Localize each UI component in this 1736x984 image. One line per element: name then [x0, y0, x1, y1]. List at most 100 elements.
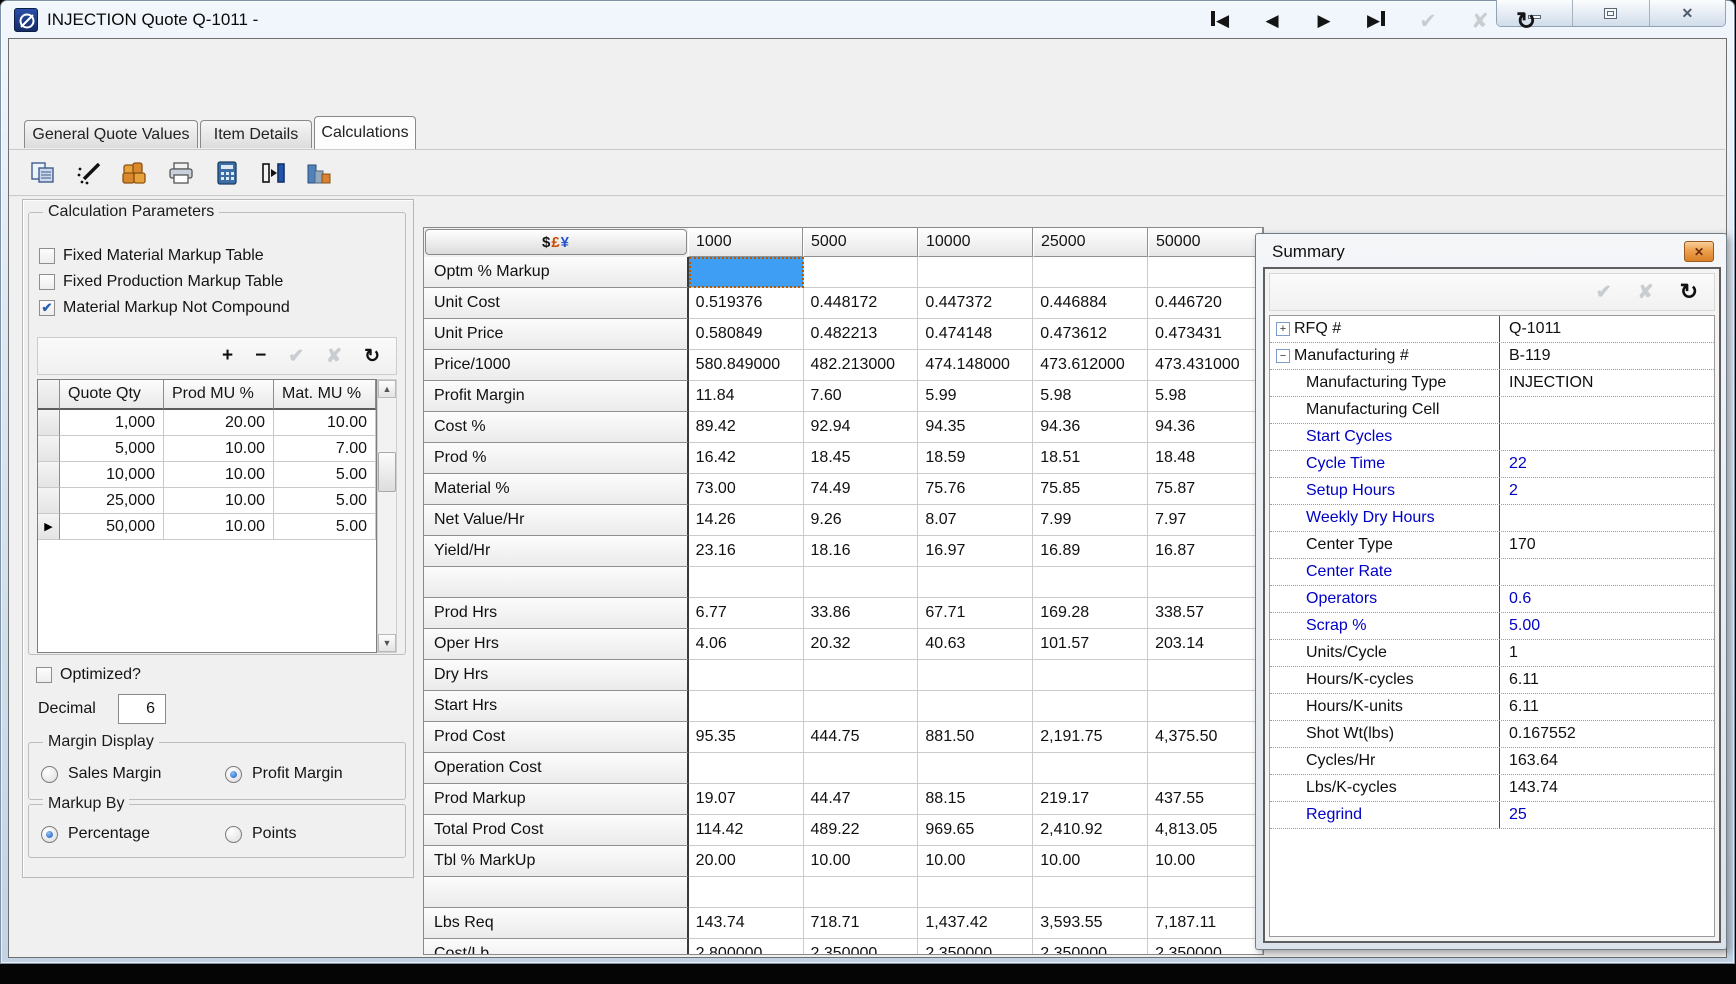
apply-button[interactable]: ✔ — [1408, 6, 1448, 36]
nav-first-button[interactable]: ◀ — [1200, 6, 1240, 36]
value-cell[interactable]: 0.446884 — [1033, 288, 1148, 319]
value-cell[interactable]: 444.75 — [804, 722, 919, 753]
value-cell[interactable]: 10.00 — [1148, 846, 1263, 877]
value-cell[interactable]: 0.482213 — [804, 319, 919, 350]
summary-field-value[interactable]: 6.11 — [1500, 694, 1714, 720]
value-cell[interactable]: 73.00 — [689, 474, 804, 505]
prod-mu-cell[interactable]: 10.00 — [164, 514, 274, 540]
value-cell[interactable]: 718.71 — [804, 908, 919, 939]
row-label[interactable]: Optm % Markup — [424, 257, 689, 288]
value-cell[interactable]: 19.07 — [689, 784, 804, 815]
row-label[interactable]: Tbl % MarkUp — [424, 846, 689, 877]
profit-margin-option[interactable]: Profit Margin — [225, 765, 343, 783]
currency-button[interactable]: $ £ ¥ — [425, 229, 687, 255]
copy-icon[interactable] — [28, 159, 58, 187]
value-cell[interactable]: 10.00 — [804, 846, 919, 877]
value-cell[interactable] — [918, 257, 1033, 288]
summary-field-value[interactable]: INJECTION — [1500, 370, 1714, 396]
nav-next-button[interactable]: ▶ — [1304, 6, 1344, 36]
calculator-icon[interactable] — [212, 159, 242, 187]
summary-row[interactable]: Cycle Time22 — [1270, 451, 1714, 478]
mat-mu-cell[interactable]: 5.00 — [274, 514, 376, 540]
summary-refresh-button[interactable]: ↻ — [1680, 279, 1698, 305]
row-label[interactable]: Unit Price — [424, 319, 689, 350]
value-cell[interactable] — [804, 753, 919, 784]
value-cell[interactable] — [804, 691, 919, 722]
value-cell[interactable]: 75.87 — [1148, 474, 1263, 505]
value-cell[interactable] — [689, 877, 804, 908]
quote-qty-cell[interactable]: 5,000 — [60, 436, 164, 462]
value-cell[interactable]: 33.86 — [804, 598, 919, 629]
value-cell[interactable] — [1033, 691, 1148, 722]
summary-row[interactable]: Lbs/K-cycles143.74 — [1270, 775, 1714, 802]
restore-button[interactable] — [1573, 0, 1649, 26]
row-selector[interactable] — [38, 462, 60, 488]
row-label[interactable] — [424, 567, 689, 598]
material-markup-not-compound-checkbox[interactable]: ✔ — [39, 300, 55, 316]
value-cell[interactable] — [804, 660, 919, 691]
value-cell[interactable]: 10.00 — [918, 846, 1033, 877]
row-label[interactable]: Lbs Req — [424, 908, 689, 939]
value-cell[interactable] — [1033, 660, 1148, 691]
value-cell[interactable]: 16.42 — [689, 443, 804, 474]
value-cell[interactable]: 473.431000 — [1148, 350, 1263, 381]
quantity-column-header[interactable]: 50000 — [1148, 228, 1263, 257]
mat-mu-cell[interactable]: 7.00 — [274, 436, 376, 462]
value-cell[interactable]: 2,191.75 — [1033, 722, 1148, 753]
value-cell[interactable]: 20.32 — [804, 629, 919, 660]
value-cell[interactable]: 18.48 — [1148, 443, 1263, 474]
value-cell[interactable]: 338.57 — [1148, 598, 1263, 629]
value-cell[interactable]: 0.447372 — [918, 288, 1033, 319]
sales-margin-radio[interactable] — [41, 766, 58, 783]
value-cell[interactable]: 101.57 — [1033, 629, 1148, 660]
summary-field-value[interactable]: Q-1011 — [1500, 316, 1714, 342]
summary-field-value[interactable]: 22 — [1500, 451, 1714, 477]
summary-field-value[interactable]: B-119 — [1500, 343, 1714, 369]
value-cell[interactable]: 5.98 — [1033, 381, 1148, 412]
quantity-column-header[interactable]: 25000 — [1033, 228, 1148, 257]
quote-qty-cell[interactable]: 50,000 — [60, 514, 164, 540]
value-cell[interactable]: 4,375.50 — [1148, 722, 1263, 753]
value-cell[interactable]: 75.76 — [918, 474, 1033, 505]
prod-mu-cell[interactable]: 10.00 — [164, 462, 274, 488]
value-cell[interactable]: 20.00 — [689, 846, 804, 877]
refresh-button[interactable]: ↻ — [1506, 6, 1546, 36]
optimized-checkbox[interactable] — [36, 667, 52, 683]
summary-row[interactable]: +RFQ #Q-1011 — [1270, 316, 1714, 343]
summary-row[interactable]: Center Rate — [1270, 559, 1714, 586]
close-button[interactable]: ✕ — [1650, 0, 1725, 26]
tab-calculations[interactable]: Calculations — [314, 116, 416, 149]
value-cell[interactable]: 9.26 — [804, 505, 919, 536]
summary-field-value[interactable]: 5.00 — [1500, 613, 1714, 639]
value-cell[interactable] — [1033, 257, 1148, 288]
value-cell[interactable]: 10.00 — [1033, 846, 1148, 877]
row-label[interactable]: Prod Hrs — [424, 598, 689, 629]
summary-row[interactable]: Scrap %5.00 — [1270, 613, 1714, 640]
value-cell[interactable] — [1148, 877, 1263, 908]
decimal-input[interactable]: 6 — [118, 694, 166, 724]
expand-icon[interactable]: + — [1276, 322, 1290, 336]
collapse-icon[interactable]: − — [1276, 349, 1290, 363]
value-cell[interactable]: 881.50 — [918, 722, 1033, 753]
row-label[interactable]: Prod Cost — [424, 722, 689, 753]
value-cell[interactable]: 3,593.55 — [1033, 908, 1148, 939]
tab-item-details[interactable]: Item Details — [200, 120, 312, 148]
prod-mu-cell[interactable]: 10.00 — [164, 488, 274, 514]
value-cell[interactable]: 94.36 — [1033, 412, 1148, 443]
mat-mu-cell[interactable]: 5.00 — [274, 488, 376, 514]
add-row-button[interactable]: + — [222, 345, 233, 367]
value-cell[interactable]: 94.36 — [1148, 412, 1263, 443]
value-cell[interactable]: 0.473612 — [1033, 319, 1148, 350]
value-cell[interactable] — [1148, 567, 1263, 598]
value-cell[interactable] — [1148, 660, 1263, 691]
value-cell[interactable]: 143.74 — [689, 908, 804, 939]
value-cell[interactable]: 89.42 — [689, 412, 804, 443]
value-cell[interactable]: 482.213000 — [804, 350, 919, 381]
value-cell[interactable]: 169.28 — [1033, 598, 1148, 629]
summary-row[interactable]: Operators0.6 — [1270, 586, 1714, 613]
value-cell[interactable]: 0.446720 — [1148, 288, 1263, 319]
nav-previous-button[interactable]: ◀ — [1252, 6, 1292, 36]
refresh-rows-button[interactable]: ↻ — [364, 345, 380, 368]
qty-grid-scrollbar[interactable]: ▲ ▼ — [377, 379, 397, 653]
value-cell[interactable] — [918, 567, 1033, 598]
